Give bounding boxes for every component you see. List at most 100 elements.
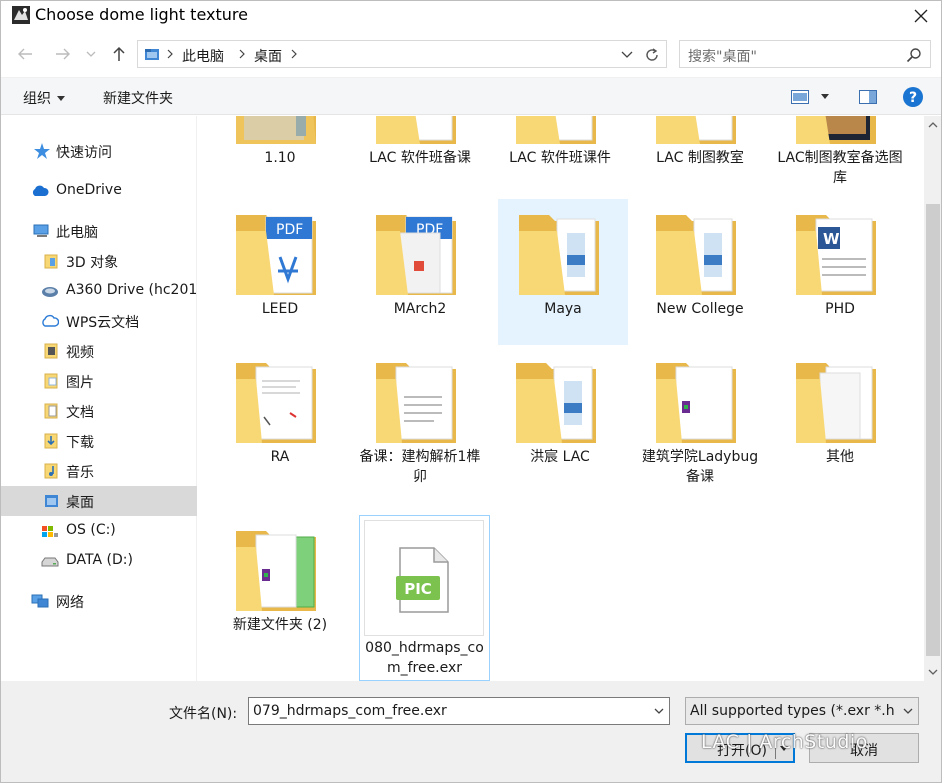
folder-lac-drawing-room[interactable]: LAC 制图教室: [635, 116, 765, 194]
search-input[interactable]: 搜索"桌面": [679, 40, 931, 68]
svg-text:?: ?: [909, 90, 917, 106]
filetype-value: All supported types (*.exr *.h: [690, 703, 895, 719]
view-options-button[interactable]: [817, 85, 833, 109]
sidebar-item-os-drive[interactable]: OS (C:): [1, 516, 197, 546]
sidebar-item-documents[interactable]: 文档: [1, 396, 197, 426]
sidebar-item-a360-drive[interactable]: A360 Drive (hc201: [1, 276, 197, 306]
search-placeholder: 搜索"桌面": [688, 49, 757, 65]
sidebar-item-onedrive[interactable]: OneDrive: [1, 176, 197, 206]
sidebar-item-label: 下载: [66, 435, 94, 451]
search-icon: [906, 48, 921, 63]
change-view-button[interactable]: [789, 85, 811, 109]
breadcrumb-separator-icon[interactable]: [236, 46, 248, 62]
filetype-select[interactable]: All supported types (*.exr *.h: [685, 697, 919, 725]
sidebar-item-this-pc[interactable]: 此电脑: [1, 216, 197, 246]
sidebar-item-videos[interactable]: 视频: [1, 336, 197, 366]
arrow-right-icon: [56, 48, 70, 60]
folder-lac-software-prep[interactable]: LAC 软件班备课: [355, 116, 485, 194]
arrow-up-icon: [113, 46, 125, 61]
preview-pane-button[interactable]: [857, 85, 879, 109]
sidebar-item-music[interactable]: 音乐: [1, 456, 197, 486]
file-name: 其他: [826, 449, 854, 465]
folder-icon: [796, 116, 876, 144]
filename-dropdown-button[interactable]: [651, 702, 667, 720]
folder-maya[interactable]: Maya: [498, 199, 628, 345]
videos-icon: [44, 343, 58, 359]
sidebar-item-downloads[interactable]: 下载: [1, 426, 197, 456]
file-name: Maya: [544, 301, 582, 317]
sidebar-item-wps-cloud[interactable]: WPS云文档: [1, 306, 197, 336]
folder-icon: [796, 363, 876, 443]
sidebar-item-label: 网络: [56, 595, 84, 611]
window-title: Choose dome light texture: [35, 5, 248, 24]
help-button[interactable]: ?: [901, 85, 925, 109]
refresh-icon: [645, 48, 658, 61]
folder-march2[interactable]: PDF MArch2: [355, 199, 485, 345]
sidebar-item-3d-objects[interactable]: 3D 对象: [1, 246, 197, 276]
forward-button[interactable]: [51, 41, 75, 67]
folder-icon: [516, 363, 596, 443]
desktop-icon: [45, 495, 58, 507]
vertical-scrollbar[interactable]: [924, 116, 941, 681]
sidebar-item-network[interactable]: 网络: [1, 586, 197, 616]
breadcrumb-desktop[interactable]: 桌面: [254, 46, 282, 66]
help-icon: ?: [903, 87, 923, 107]
file-080-hdrmaps-exr[interactable]: PIC 080_hdrmaps_com_free.exr: [359, 515, 490, 681]
file-name: PHD: [825, 301, 855, 317]
sidebar-item-pictures[interactable]: 图片: [1, 366, 197, 396]
3d-objects-icon: [44, 254, 58, 269]
file-name: New College: [656, 301, 744, 317]
organize-label: 组织: [23, 91, 51, 107]
sidebar-item-label: 此电脑: [56, 225, 98, 241]
svg-text:PDF: PDF: [276, 222, 303, 238]
file-name: 洪宸 LAC: [530, 449, 590, 465]
scroll-up-button[interactable]: [924, 116, 941, 134]
breadcrumb-separator-icon[interactable]: [164, 46, 176, 62]
folder-ladybug-prep[interactable]: 建筑学院Ladybug备课: [635, 347, 765, 493]
os-drive-icon: [42, 526, 58, 537]
folder-lac-drawing-library[interactable]: LAC制图教室备选图库: [775, 116, 905, 194]
organize-button[interactable]: 组织: [23, 88, 65, 108]
close-button[interactable]: [899, 1, 941, 31]
sidebar-item-data-drive[interactable]: DATA (D:): [1, 546, 197, 576]
folder-phd[interactable]: W PHD: [775, 199, 905, 345]
file-name: 备课：建构解析1榫卯: [359, 449, 481, 485]
up-button[interactable]: [107, 41, 131, 67]
new-folder-button[interactable]: 新建文件夹: [103, 88, 173, 108]
filename-value: 079_hdrmaps_com_free.exr: [253, 703, 447, 719]
file-name: 080_hdrmaps_com_free.exr: [365, 640, 484, 676]
breadcrumb-this-pc[interactable]: 此电脑: [182, 46, 224, 66]
scrollbar-thumb[interactable]: [926, 204, 940, 656]
folder-new-college[interactable]: New College: [635, 199, 765, 345]
sidebar-item-label: 快速访问: [56, 145, 112, 161]
folder-1-10[interactable]: 1.10: [215, 116, 345, 194]
back-button[interactable]: [13, 41, 37, 67]
sidebar-item-desktop[interactable]: 桌面: [1, 486, 197, 516]
folder-icon: [376, 116, 456, 144]
sidebar-item-label: OneDrive: [56, 182, 122, 198]
file-list: 1.10 LAC 软件班备课 LAC 软件班课件 LAC 制图教室 LAC制图教…: [198, 116, 924, 681]
folder-ra[interactable]: RA: [215, 347, 345, 493]
scroll-down-button[interactable]: [924, 663, 941, 681]
folder-other[interactable]: 其他: [775, 347, 905, 493]
file-name: RA: [270, 449, 290, 465]
folder-icon: [145, 49, 159, 60]
address-bar[interactable]: 此电脑 桌面: [137, 40, 667, 68]
filetype-dropdown-button[interactable]: [900, 702, 916, 720]
address-dropdown-button[interactable]: [618, 45, 636, 65]
chevron-down-icon: [928, 669, 938, 675]
refresh-button[interactable]: [640, 44, 662, 66]
folder-lac-software-slides[interactable]: LAC 软件班课件: [495, 116, 625, 194]
folder-leed[interactable]: PDF LEED: [215, 199, 345, 345]
chevron-down-icon: [86, 51, 96, 57]
folder-prep-tenon[interactable]: 备课：建构解析1榫卯: [355, 347, 485, 493]
folder-hongchen-lac[interactable]: 洪宸 LAC: [495, 347, 625, 493]
breadcrumb-separator-icon[interactable]: [288, 46, 300, 62]
folder-icon: W: [796, 215, 876, 295]
recent-locations-button[interactable]: [83, 41, 99, 67]
filename-input[interactable]: 079_hdrmaps_com_free.exr: [248, 697, 670, 725]
star-icon: [34, 143, 50, 159]
sidebar-item-quick-access[interactable]: 快速访问: [1, 136, 197, 166]
preview-pane-icon: [859, 90, 877, 104]
folder-new-folder-2[interactable]: 新建文件夹 (2): [215, 515, 345, 661]
